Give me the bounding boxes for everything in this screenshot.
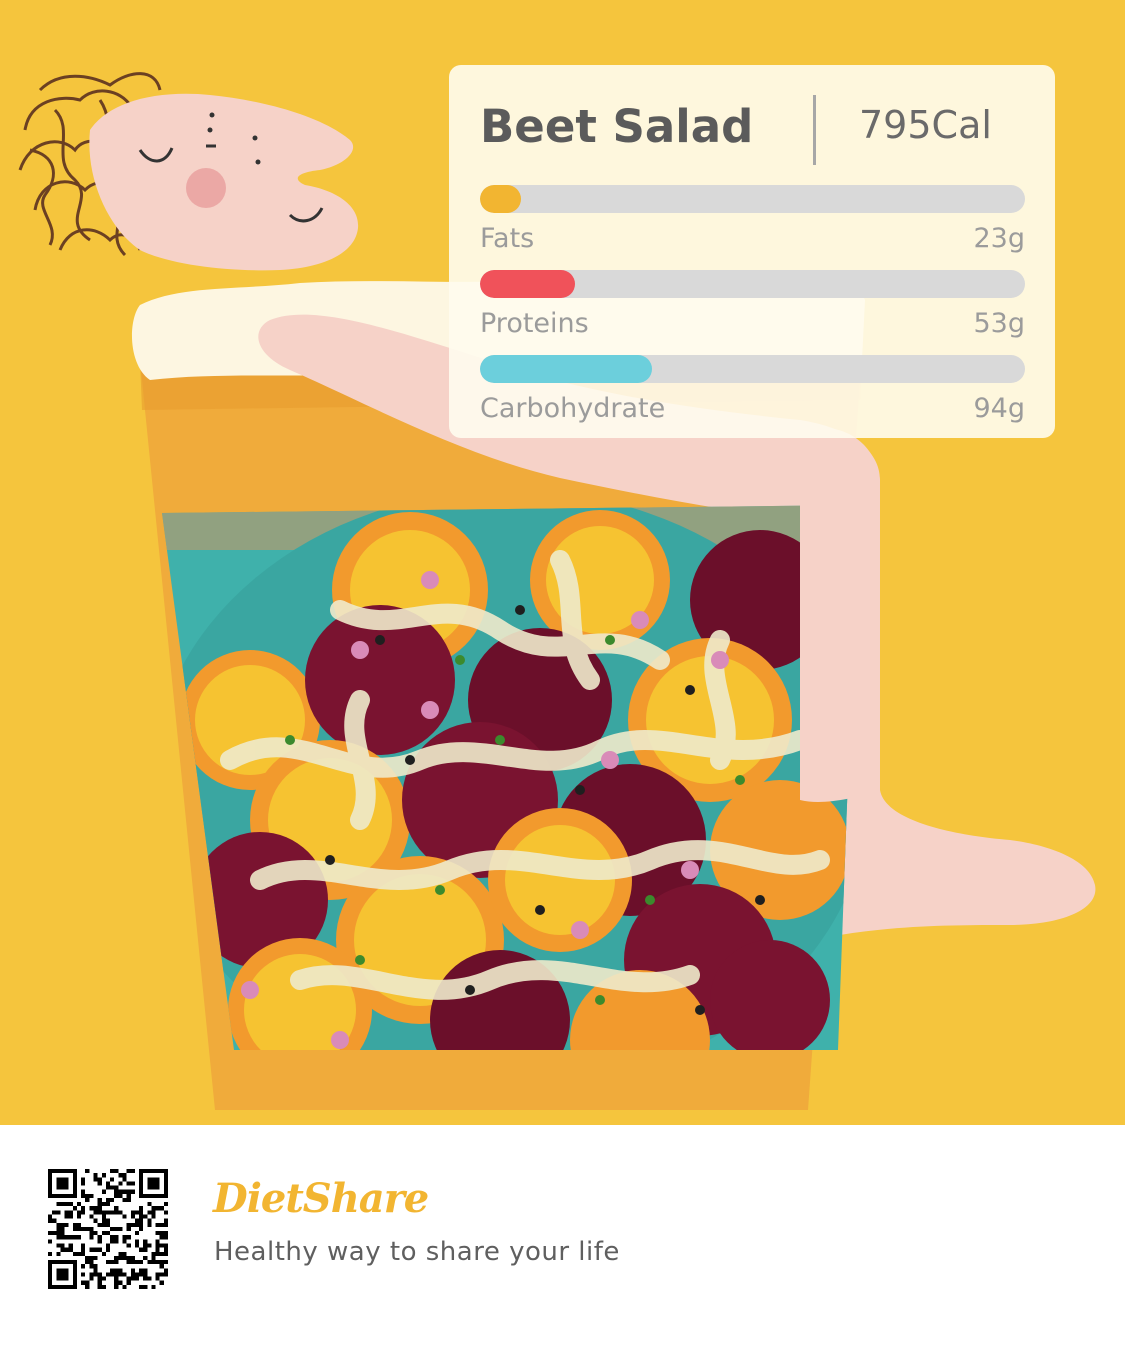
proteins-progress-fill [480,270,576,298]
proteins-progress-bar [480,270,1025,298]
carbohydrate-progress-bar [480,355,1025,383]
fats-value: 23g [973,223,1026,254]
dish-title: Beet Salad [480,100,754,153]
nutrition-card: Beet Salad 795Cal Fats 23g Proteins 53g … [449,65,1055,438]
carbohydrate-value: 94g [973,393,1026,424]
calorie-count: 795Cal [859,103,992,147]
footer: DietShare Healthy way to share your life [0,1125,1125,1350]
poster: Beet Salad 795Cal Fats 23g Proteins 53g … [0,0,1125,1125]
forearm-illustration [800,427,880,802]
salad-photo [162,505,858,1050]
face-illustration [89,93,359,271]
fats-progress-fill [480,185,521,213]
carbohydrate-progress-fill [480,355,652,383]
brand-tagline: Healthy way to share your life [214,1237,620,1267]
proteins-label: Proteins [480,308,589,339]
proteins-value: 53g [973,308,1026,339]
brand-name: DietShare [213,1175,429,1222]
qr-code-icon[interactable] [48,1169,168,1289]
fats-progress-bar [480,185,1025,213]
carbohydrate-label: Carbohydrate [480,393,666,424]
title-divider [813,95,816,165]
fats-label: Fats [480,223,535,254]
